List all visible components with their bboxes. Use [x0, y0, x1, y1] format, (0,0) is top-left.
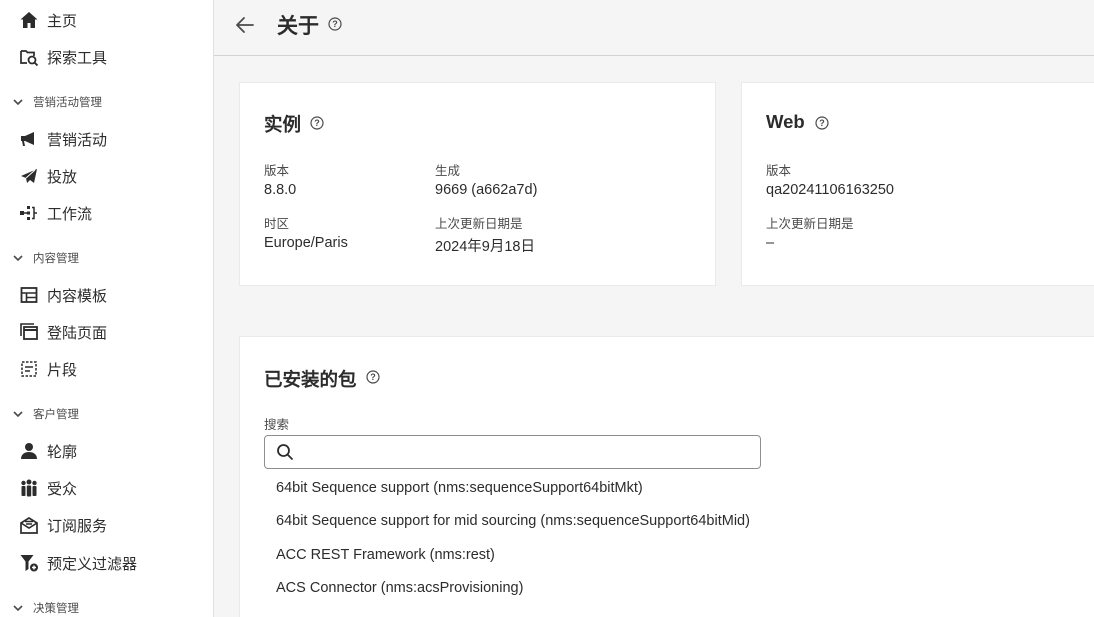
build-value: 9669 (a662a7d)	[435, 182, 538, 198]
sidebar-section-15[interactable]: 决策管理	[0, 596, 213, 617]
sidebar-item-5[interactable]: 工作流	[0, 195, 213, 231]
sidebar-item-label: 投放	[47, 168, 78, 186]
help-icon[interactable]: ?	[328, 17, 342, 31]
audience-icon	[19, 478, 39, 498]
home-icon	[19, 10, 39, 30]
sidebar: 主页探索工具营销活动管理营销活动投放工作流内容管理内容模板登陆页面片段客户管理轮…	[0, 0, 214, 617]
last-updated-label: 上次更新日期是	[435, 217, 523, 231]
sidebar-item-label: 订阅服务	[47, 517, 108, 535]
sidebar-item-label: 预定义过滤器	[47, 555, 138, 573]
search-input[interactable]	[301, 436, 751, 468]
sidebar-item-label: 登陆页面	[47, 324, 108, 342]
web-title-text: Web	[766, 111, 805, 132]
instance-title-text: 实例	[264, 114, 302, 135]
sidebar-item-7[interactable]: 内容模板	[0, 277, 213, 313]
chevron-down-icon	[13, 411, 23, 418]
svg-text:?: ?	[370, 372, 376, 382]
sidebar-item-1[interactable]: 探索工具	[0, 39, 213, 75]
workflow-icon	[19, 203, 39, 223]
megaphone-icon	[19, 129, 39, 149]
sidebar-item-9[interactable]: 片段	[0, 351, 213, 387]
web-version-value: qa20241106163250	[766, 182, 894, 198]
help-icon[interactable]: ?	[815, 116, 829, 130]
page-title: 关于	[277, 15, 319, 38]
sidebar-item-label: 主页	[47, 12, 78, 30]
user-icon	[19, 441, 39, 461]
page-header: 关于 ?	[214, 0, 1094, 56]
landing-page-icon	[19, 322, 39, 342]
chevron-down-icon	[13, 255, 23, 262]
sidebar-item-label: 片段	[47, 361, 78, 379]
help-icon[interactable]: ?	[366, 370, 380, 384]
svg-text:?: ?	[819, 118, 825, 128]
instance-card: 实例 ? 版本 8.8.0 生成 9669 (a662a7d) 时区 Europ…	[239, 82, 716, 286]
sidebar-section-2[interactable]: 营销活动管理	[0, 90, 213, 114]
web-card: Web ? 版本 qa20241106163250 上次更新日期是 –	[741, 82, 1094, 286]
content-template-icon	[19, 285, 39, 305]
subscription-icon	[19, 515, 39, 535]
sidebar-item-12[interactable]: 受众	[0, 470, 213, 506]
search-icon	[277, 444, 293, 460]
package-list-item[interactable]: ACC REST Framework (nms:rest)	[276, 547, 495, 563]
sidebar-section-label: 客户管理	[33, 409, 79, 421]
sidebar-section-10[interactable]: 客户管理	[0, 402, 213, 426]
back-arrow-icon[interactable]	[233, 13, 257, 37]
build-label: 生成	[435, 164, 461, 178]
filter-icon	[19, 553, 39, 573]
sidebar-item-8[interactable]: 登陆页面	[0, 314, 213, 350]
search-label: 搜索	[264, 418, 290, 432]
sidebar-section-label: 决策管理	[33, 603, 79, 615]
help-icon[interactable]: ?	[310, 116, 324, 130]
sidebar-item-3[interactable]: 营销活动	[0, 121, 213, 157]
chevron-down-icon	[13, 99, 23, 106]
sidebar-item-label: 内容模板	[47, 287, 108, 305]
sidebar-item-label: 受众	[47, 480, 78, 498]
web-card-title: Web	[766, 111, 805, 133]
sidebar-item-label: 工作流	[47, 205, 93, 223]
package-list-item[interactable]: ACS Connector (nms:acsProvisioning)	[276, 580, 523, 596]
timezone-value: Europe/Paris	[264, 235, 348, 251]
web-last-updated-label: 上次更新日期是	[766, 217, 854, 231]
installed-packages-title: 已安装的包	[264, 369, 357, 390]
sidebar-section-label: 内容管理	[33, 253, 79, 265]
package-list-item[interactable]: 64bit Sequence support (nms:sequenceSupp…	[276, 480, 643, 496]
search-field[interactable]	[264, 435, 761, 469]
timezone-label: 时区	[264, 217, 290, 231]
sidebar-section-6[interactable]: 内容管理	[0, 246, 213, 270]
sidebar-item-13[interactable]: 订阅服务	[0, 507, 213, 543]
sidebar-item-4[interactable]: 投放	[0, 158, 213, 194]
sidebar-section-label: 营销活动管理	[33, 97, 102, 109]
sidebar-item-0[interactable]: 主页	[0, 2, 213, 38]
sidebar-item-label: 轮廓	[47, 443, 78, 461]
svg-text:?: ?	[314, 118, 320, 128]
sidebar-item-11[interactable]: 轮廓	[0, 433, 213, 469]
sidebar-item-label: 营销活动	[47, 131, 108, 149]
web-version-label: 版本	[766, 164, 792, 178]
svg-text:?: ?	[332, 19, 338, 29]
installed-packages-card: 已安装的包 ? 搜索 64bit Sequence support (nms:s…	[239, 336, 1094, 617]
package-list-item[interactable]: 64bit Sequence support for mid sourcing …	[276, 513, 750, 529]
last-updated-value: 2024年9月18日	[435, 239, 535, 255]
web-last-updated-value: –	[766, 235, 775, 251]
explore-tools-icon	[19, 47, 39, 67]
version-label: 版本	[264, 164, 290, 178]
sidebar-item-14[interactable]: 预定义过滤器	[0, 545, 213, 581]
instance-card-title: 实例	[264, 111, 301, 137]
paper-plane-icon	[19, 166, 39, 186]
version-value: 8.8.0	[264, 182, 297, 198]
sidebar-item-label: 探索工具	[47, 49, 108, 67]
chevron-down-icon	[13, 605, 23, 612]
fragment-icon	[19, 359, 39, 379]
